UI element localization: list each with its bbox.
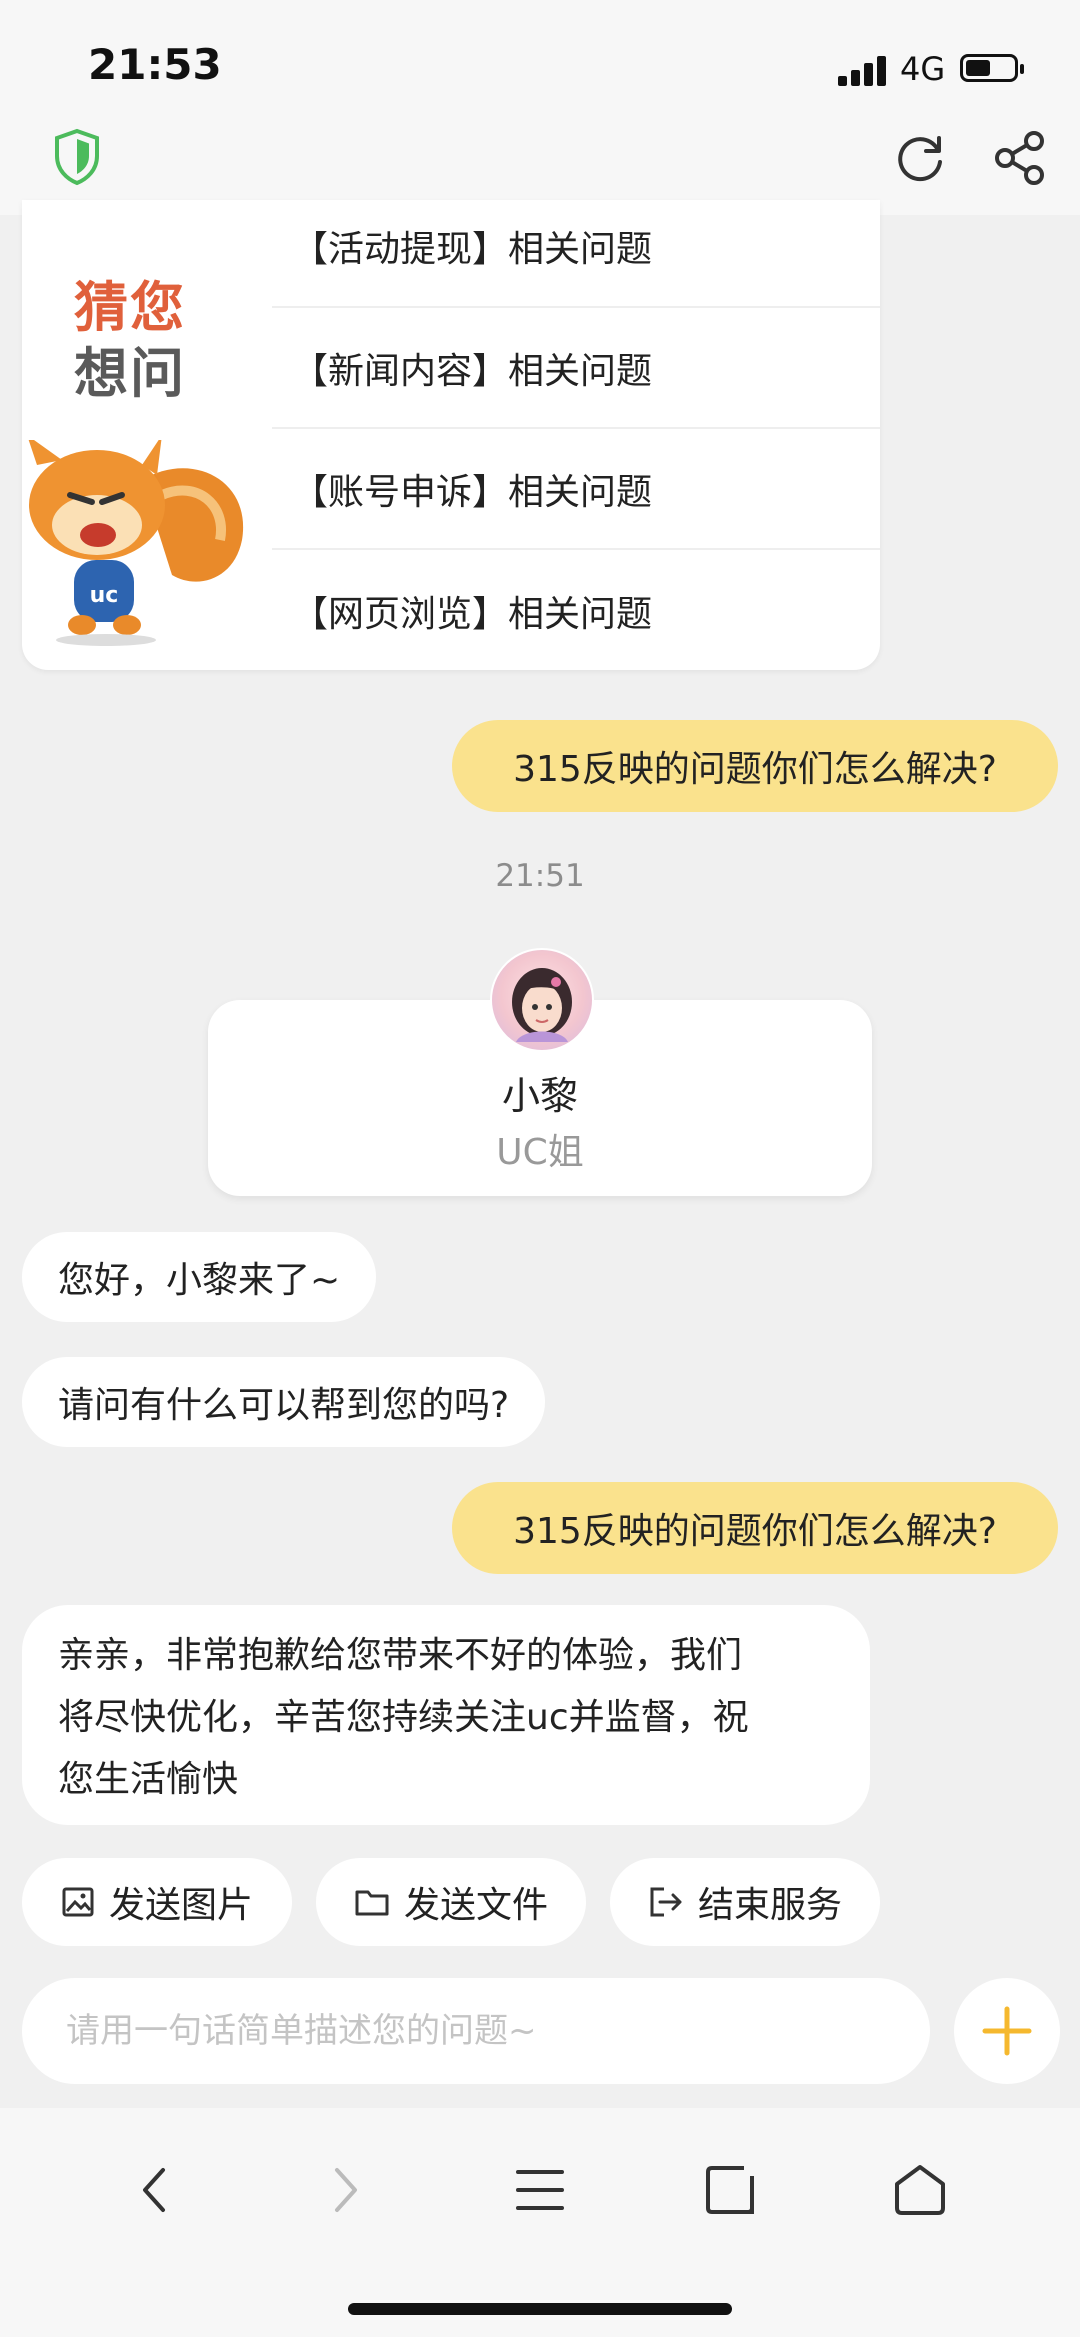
shield-icon[interactable] (52, 128, 102, 186)
agent-message: 亲亲，非常抱歉给您带来不好的体验，我们 将尽快优化，辛苦您持续关注uc并监督，祝… (22, 1605, 870, 1825)
chat-timestamp: 21:51 (495, 858, 585, 894)
agent-role: UC姐 (496, 1132, 584, 1173)
signal-icon (838, 52, 898, 86)
guess-title-line2: 想问 (74, 342, 186, 405)
agent-reply-line: 将尽快优化，辛苦您持续关注uc并监督，祝 (58, 1697, 749, 1738)
user-message: 315反映的问题你们怎么解决? (452, 1482, 1058, 1574)
status-time: 21:53 (88, 40, 222, 89)
plus-button[interactable] (954, 1978, 1060, 2084)
agent-message: 您好，小黎来了~ (22, 1232, 377, 1322)
faq-list: 【活动提现】相关问题 【新闻内容】相关问题 【账号申诉】相关问题 【网页浏览】相… (272, 200, 880, 670)
image-icon (62, 1887, 94, 1917)
guess-you-ask-card: 猜您 想问 uc 【活动提现】相关问题 【新闻内容】相关问题 【账号申诉】相关问… (22, 200, 880, 670)
quick-actions: 发送图片 发送文件 结束服务 (0, 1858, 1080, 1948)
agent-reply-line: 您生活愉快 (58, 1759, 239, 1800)
agent-message: 请问有什么可以帮到您的吗? (22, 1357, 546, 1447)
faq-item[interactable]: 【账号申诉】相关问题 (272, 429, 880, 550)
battery-icon (960, 54, 1024, 82)
faq-item[interactable]: 【网页浏览】相关问题 (272, 550, 880, 670)
guess-title: 猜您 想问 (74, 275, 186, 407)
end-service-button[interactable]: 结束服务 (610, 1858, 880, 1946)
menu-icon[interactable] (500, 2150, 580, 2230)
agent-reply-line: 亲亲，非常抱歉给您带来不好的体验，我们 (58, 1635, 743, 1676)
message-input[interactable] (22, 1978, 930, 2084)
squirrel-mascot-icon: uc (28, 440, 244, 646)
home-icon[interactable] (880, 2150, 960, 2230)
user-message: 315反映的问题你们怎么解决? (452, 720, 1058, 812)
input-row (0, 1978, 1080, 2088)
faq-item[interactable]: 【活动提现】相关问题 (272, 200, 880, 308)
end-service-label: 结束服务 (697, 1885, 842, 1926)
exit-icon (650, 1887, 682, 1917)
agent-name: 小黎 (501, 1074, 578, 1118)
forward-icon[interactable] (305, 2150, 385, 2230)
guess-title-line1: 猜您 (74, 276, 186, 339)
svg-text:uc: uc (90, 583, 119, 608)
share-icon[interactable] (990, 128, 1050, 188)
reload-icon[interactable] (892, 130, 948, 186)
agent-avatar (490, 948, 594, 1052)
plus-icon (982, 2006, 1032, 2056)
send-image-label: 发送图片 (108, 1885, 253, 1926)
send-image-button[interactable]: 发送图片 (22, 1858, 292, 1946)
tabs-icon[interactable] (690, 2150, 770, 2230)
send-file-button[interactable]: 发送文件 (316, 1858, 586, 1946)
folder-icon (355, 1890, 389, 1916)
send-file-label: 发送文件 (403, 1885, 548, 1926)
back-icon[interactable] (115, 2150, 195, 2230)
network-label: 4G (900, 50, 946, 88)
browser-bottom-bar (0, 2108, 1080, 2337)
home-indicator[interactable] (348, 2303, 732, 2315)
faq-item[interactable]: 【新闻内容】相关问题 (272, 308, 880, 429)
